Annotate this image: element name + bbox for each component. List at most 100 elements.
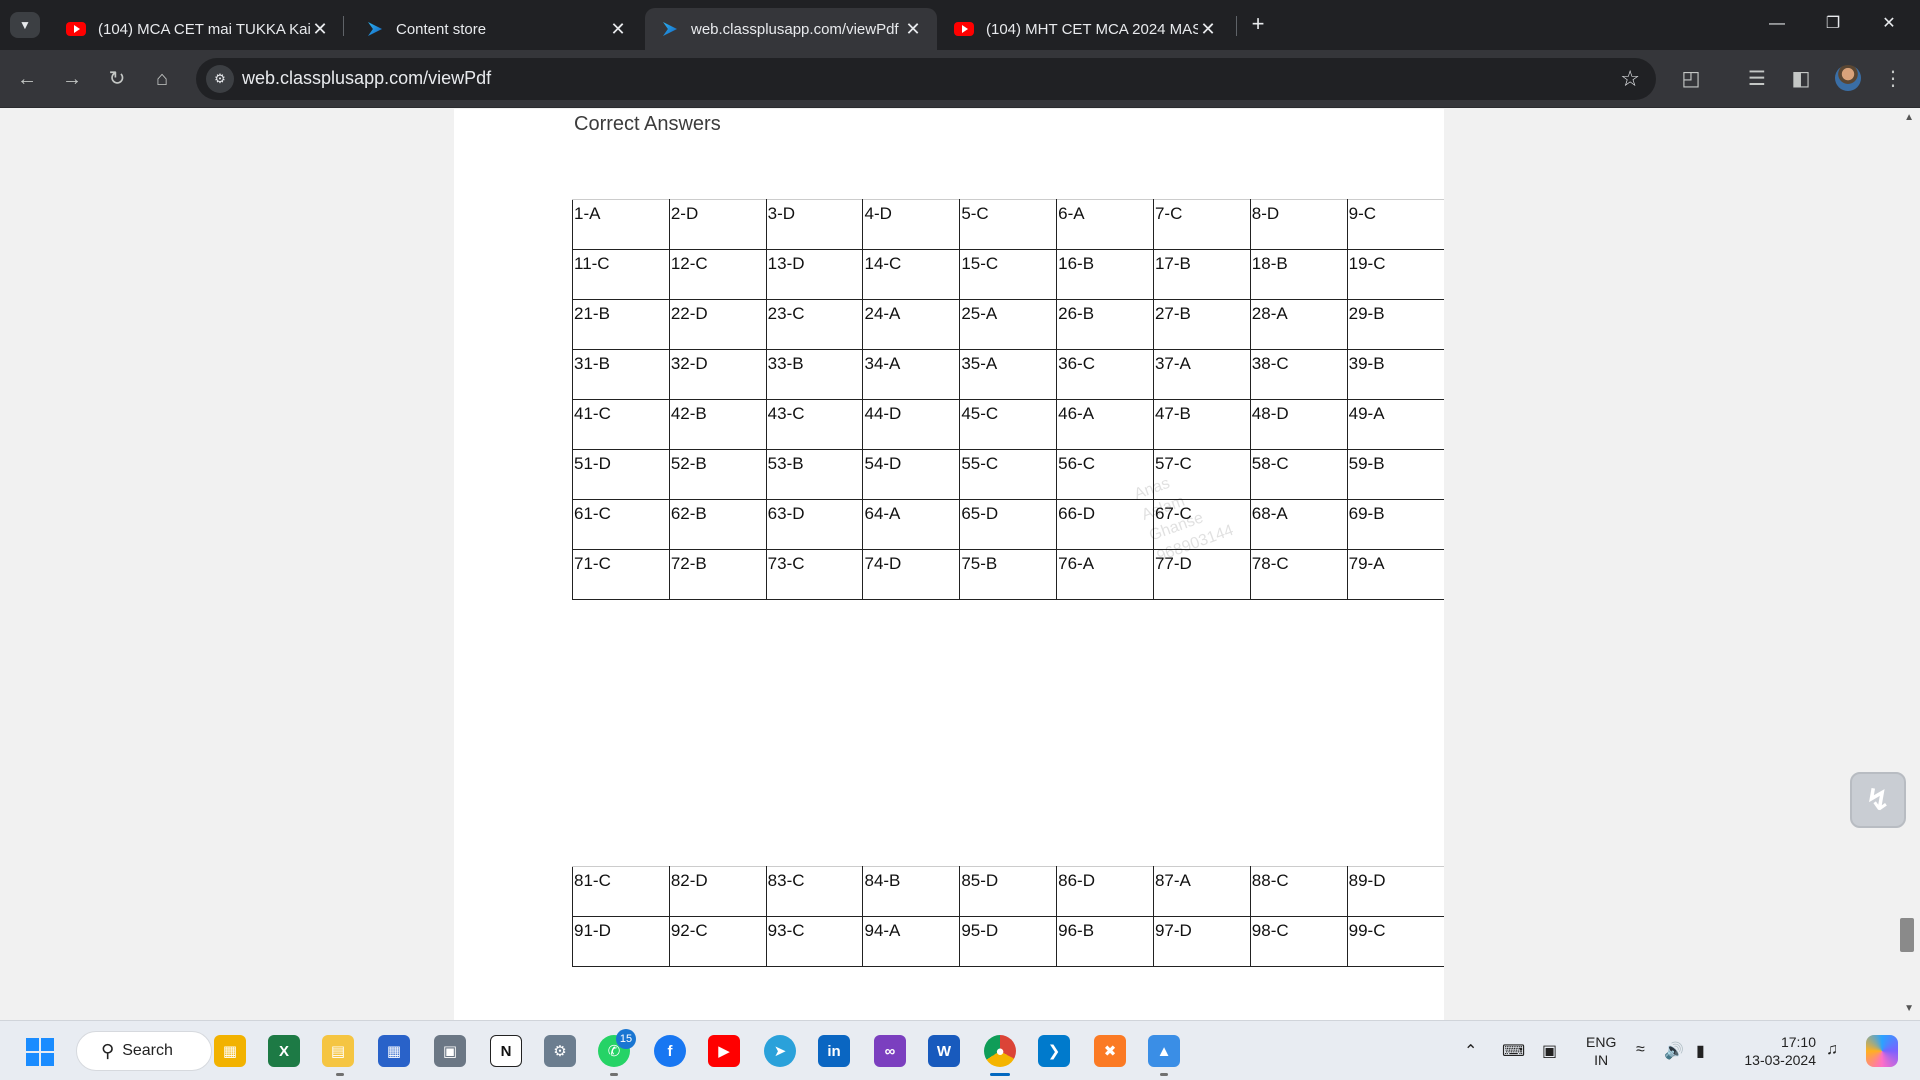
answer-cell: 2-D bbox=[668, 199, 767, 250]
table-row: 81-C 82-D 83-C 84-B 85-D 86-D 87-A 88-C 89-D bbox=[572, 866, 1444, 917]
menu-kebab-icon[interactable]: ⋮ bbox=[1876, 62, 1910, 96]
photos-icon[interactable]: ▲ bbox=[1148, 1035, 1180, 1067]
extensions-icon[interactable]: ◰ bbox=[1674, 62, 1708, 96]
notion-icon[interactable]: N bbox=[490, 1035, 522, 1067]
answer-cell: 15-C bbox=[959, 249, 1058, 300]
answer-table: 1-A 2-D 3-D 4-D 5-C 6-A 7-C 8-D 9-C 11-C 12-C 13-D 1… bbox=[572, 199, 1444, 600]
answer-cell: 65-D bbox=[959, 499, 1058, 550]
bookmark-star-icon[interactable]: ☆ bbox=[1620, 66, 1640, 92]
answer-cell: 32-D bbox=[668, 349, 767, 400]
restore-button[interactable]: ❐ bbox=[1806, 6, 1860, 42]
answer-cell: 88-C bbox=[1249, 866, 1348, 917]
word-icon[interactable]: W bbox=[928, 1035, 960, 1067]
chrome-icon[interactable]: ● bbox=[984, 1035, 1016, 1067]
back-button[interactable]: ← bbox=[10, 62, 44, 96]
answer-cell: 68-A bbox=[1249, 499, 1348, 550]
chevron-up-icon[interactable]: ⌃ bbox=[1464, 1041, 1477, 1061]
reload-button[interactable]: ↻ bbox=[100, 62, 134, 96]
scroll-down-arrow[interactable]: ▼ bbox=[1904, 1003, 1914, 1014]
notification-bell-icon[interactable]: ♫ bbox=[1826, 1041, 1838, 1059]
answer-cell: 94-A bbox=[862, 916, 961, 967]
microsoft-store-icon[interactable]: ▦ bbox=[378, 1035, 410, 1067]
xampp-icon[interactable]: ✖ bbox=[1094, 1035, 1126, 1067]
volume-icon[interactable]: 🔊 bbox=[1664, 1041, 1684, 1061]
address-bar[interactable]: ⚙ web.classplusapp.com/viewPdf ☆ bbox=[196, 58, 1656, 100]
answer-cell: 96-B bbox=[1056, 916, 1154, 967]
youtube-icon[interactable]: ▶ bbox=[708, 1035, 740, 1067]
table-row: 21-B 22-D 23-C 24-A 25-A 26-B 27-B 28-A 29-B bbox=[572, 299, 1444, 350]
media-control-icon[interactable]: ☰ bbox=[1740, 62, 1774, 96]
site-info-icon[interactable]: ⚙ bbox=[206, 65, 234, 93]
forward-button[interactable]: → bbox=[55, 62, 89, 96]
answer-cell: 31-B bbox=[572, 349, 670, 400]
language-code: ENG bbox=[1586, 1034, 1617, 1050]
tab-title: (104) MHT CET MCA 2024 MAS bbox=[986, 20, 1198, 38]
facebook-icon[interactable]: f bbox=[654, 1035, 686, 1067]
wifi-icon[interactable]: ≈ bbox=[1636, 1041, 1645, 1059]
settings-icon[interactable]: ⚙ bbox=[544, 1035, 576, 1067]
scrollbar[interactable] bbox=[1896, 109, 1920, 1020]
scrollbar-thumb[interactable] bbox=[1900, 918, 1914, 952]
table-row: 51-D 52-B 53-B 54-D 55-C 56-C 57-C 58-C 59-B bbox=[572, 449, 1444, 500]
tab-search-button[interactable]: ▼ bbox=[10, 12, 40, 38]
vscode-icon[interactable]: ❯ bbox=[1038, 1035, 1070, 1067]
widgets-icon[interactable]: ▦ bbox=[214, 1035, 246, 1067]
scroll-up-arrow[interactable]: ▲ bbox=[1904, 112, 1914, 123]
clock[interactable]: 17:10 13-03-2024 bbox=[1736, 1033, 1816, 1069]
tab-youtube-mca-cet[interactable]: (104) MCA CET mai TUKKA Kaise ✕ bbox=[52, 8, 344, 50]
answer-cell: 39-B bbox=[1346, 349, 1444, 400]
tablet-icon[interactable]: ▣ bbox=[1542, 1041, 1557, 1061]
close-icon[interactable]: ✕ bbox=[608, 19, 628, 40]
tab-view-pdf[interactable]: web.classplusapp.com/viewPdf ✕ bbox=[645, 8, 937, 50]
close-icon[interactable]: ✕ bbox=[1198, 19, 1218, 40]
table-row: 61-C 62-B 63-D 64-A 65-D 66-D 67-C 68-A 69-B bbox=[572, 499, 1444, 550]
answer-cell: 26-B bbox=[1056, 299, 1154, 350]
tab-content-store[interactable]: Content store ✕ bbox=[350, 8, 642, 50]
window-close-button[interactable]: ✕ bbox=[1862, 6, 1916, 42]
taskbar-search[interactable]: ⚲ Search bbox=[76, 1031, 212, 1071]
tab-youtube-mht-cet[interactable]: (104) MHT CET MCA 2024 MAS ✕ bbox=[940, 8, 1232, 50]
excel-icon[interactable]: X bbox=[268, 1035, 300, 1067]
copilot-icon[interactable] bbox=[1866, 1035, 1898, 1067]
answer-cell: 54-D bbox=[862, 449, 961, 500]
answer-cell: 27-B bbox=[1152, 299, 1251, 350]
answer-cell: 1-A bbox=[572, 199, 670, 250]
minimize-button[interactable]: — bbox=[1750, 6, 1804, 42]
close-icon[interactable]: ✕ bbox=[310, 19, 330, 40]
tab-separator bbox=[343, 16, 344, 36]
visual-studio-icon[interactable]: ∞ bbox=[874, 1035, 906, 1067]
keyboard-icon[interactable]: ⌨ bbox=[1502, 1041, 1525, 1061]
tab-separator bbox=[1236, 16, 1237, 36]
table-row: 1-A 2-D 3-D 4-D 5-C 6-A 7-C 8-D 9-C bbox=[572, 199, 1444, 250]
profile-avatar[interactable] bbox=[1835, 65, 1861, 91]
battery-icon[interactable]: ▮ bbox=[1696, 1041, 1705, 1061]
answer-cell: 9-C bbox=[1346, 199, 1444, 250]
url-text[interactable]: web.classplusapp.com/viewPdf bbox=[242, 68, 491, 89]
file-explorer-icon[interactable]: ▤ bbox=[322, 1035, 354, 1067]
taskbar: ⚲ Search ▦ X ▤ ▦ ▣ N ⚙ ✆ 15 f ▶ ➤ in ∞ W… bbox=[0, 1020, 1920, 1080]
answer-cell: 89-D bbox=[1346, 866, 1444, 917]
answer-cell: 55-C bbox=[959, 449, 1058, 500]
new-tab-button[interactable]: + bbox=[1244, 10, 1272, 38]
telegram-icon[interactable]: ➤ bbox=[764, 1035, 796, 1067]
search-label: Search bbox=[122, 1042, 173, 1059]
answer-cell: 99-C bbox=[1346, 916, 1444, 967]
answer-cell: 12-C bbox=[668, 249, 767, 300]
linkedin-icon[interactable]: in bbox=[818, 1035, 850, 1067]
answer-cell: 16-B bbox=[1056, 249, 1154, 300]
start-button[interactable] bbox=[26, 1038, 54, 1066]
answer-cell: 79-A bbox=[1346, 549, 1444, 600]
answer-cell: 75-B bbox=[959, 549, 1058, 600]
home-button[interactable]: ⌂ bbox=[145, 62, 179, 96]
answer-cell: 58-C bbox=[1249, 449, 1348, 500]
floating-widget-button[interactable]: ↯ bbox=[1850, 772, 1906, 828]
answer-cell: 98-C bbox=[1249, 916, 1348, 967]
side-panel-icon[interactable]: ◧ bbox=[1784, 62, 1818, 96]
answer-cell: 6-A bbox=[1056, 199, 1154, 250]
language-indicator[interactable]: ENG IN bbox=[1586, 1033, 1616, 1069]
answer-cell: 21-B bbox=[572, 299, 670, 350]
answer-cell: 36-C bbox=[1056, 349, 1154, 400]
answer-cell: 76-A bbox=[1056, 549, 1154, 600]
close-icon[interactable]: ✕ bbox=[903, 19, 923, 40]
sql-icon[interactable]: ▣ bbox=[434, 1035, 466, 1067]
